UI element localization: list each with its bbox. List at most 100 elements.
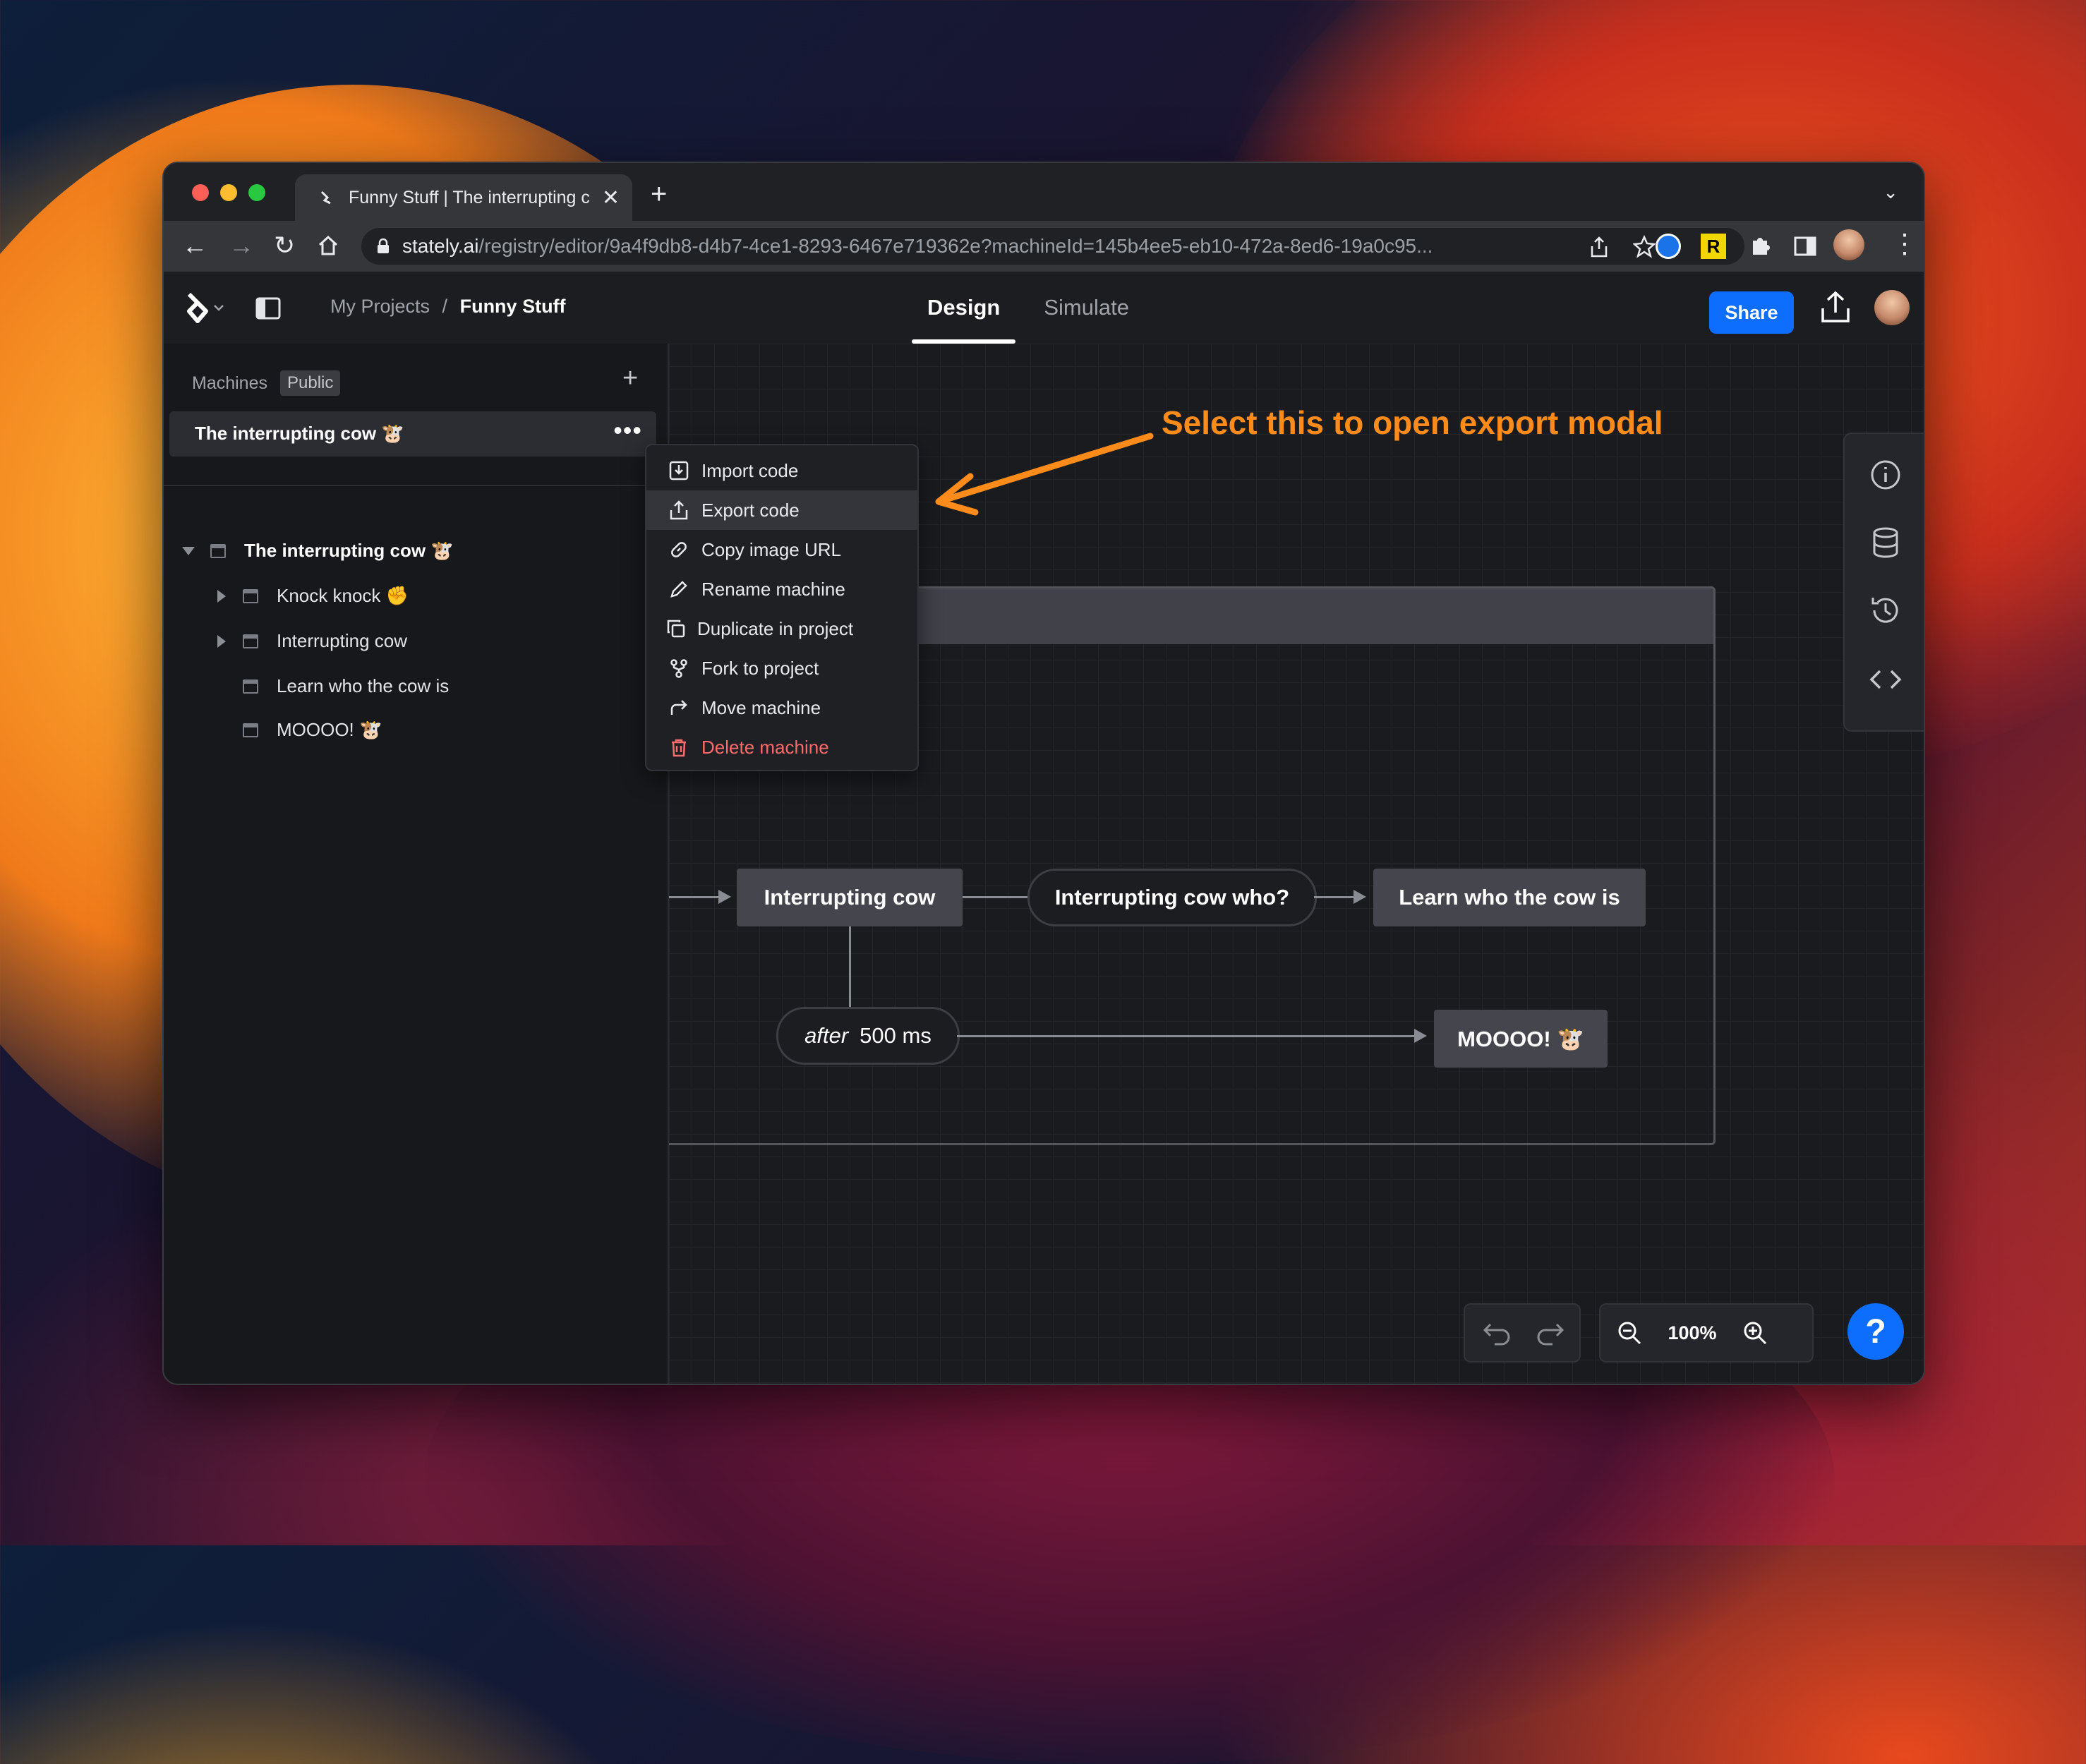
undo-icon[interactable] — [1481, 1320, 1512, 1346]
expand-chevron-icon[interactable] — [217, 589, 226, 603]
menu-item-delete-machine[interactable]: Delete machine — [646, 727, 917, 767]
browser-tab[interactable]: Funny Stuff | The interrupting c ✕ — [295, 174, 632, 221]
zoom-controls: 100% — [1599, 1303, 1814, 1363]
menu-item-duplicate-in-project[interactable]: Duplicate in project — [646, 609, 917, 648]
tab-simulate[interactable]: Simulate — [1028, 272, 1145, 344]
breadcrumb-separator: / — [442, 296, 448, 317]
upload-icon[interactable] — [1819, 290, 1852, 324]
share-button[interactable]: Share — [1709, 291, 1794, 334]
database-icon[interactable] — [1869, 526, 1903, 560]
browser-window: Funny Stuff | The interrupting c ✕ + ⌄ ←… — [162, 162, 1925, 1385]
pencil-icon — [670, 581, 687, 598]
state-learn-who-the-cow-is[interactable]: Learn who the cow is — [1373, 869, 1646, 926]
import-icon — [669, 461, 689, 481]
tree-item-moooo[interactable]: MOOOO! 🐮 — [243, 719, 382, 741]
menu-item-copy-image-url[interactable]: Copy image URL — [646, 530, 917, 569]
after-duration: 500 ms — [860, 1023, 932, 1048]
address-bar[interactable]: stately.ai/registry/editor/9a4f9db8-d4b7… — [361, 228, 1744, 265]
machines-sidebar: Machines Public + The interrupting cow 🐮… — [164, 344, 669, 1384]
menu-item-label: Duplicate in project — [697, 617, 854, 639]
selected-machine-label: The interrupting cow 🐮 — [195, 423, 404, 444]
duplicate-icon — [667, 620, 685, 638]
close-window-button[interactable] — [192, 184, 209, 201]
reader-extension-icon[interactable]: R — [1701, 234, 1726, 259]
user-avatar[interactable] — [1874, 290, 1910, 325]
menu-item-label: Copy image URL — [701, 538, 841, 560]
tree-item-learn-who[interactable]: Learn who the cow is — [243, 675, 449, 697]
event-after-delay[interactable]: after 500 ms — [776, 1007, 960, 1065]
side-panel-icon[interactable] — [1792, 234, 1818, 259]
machine-context-menu: Import code Export code Copy image URL R… — [645, 444, 919, 771]
zoom-in-icon[interactable] — [1742, 1319, 1768, 1346]
home-icon[interactable] — [318, 235, 339, 256]
menu-item-label: Import code — [701, 459, 799, 481]
state-moooo[interactable]: MOOOO! 🐮 — [1434, 1010, 1608, 1068]
back-icon[interactable]: ← — [182, 231, 207, 260]
tab-search-chevron-icon[interactable]: ⌄ — [1883, 181, 1898, 203]
expand-chevron-icon[interactable] — [217, 634, 226, 648]
tree-item-label: MOOOO! 🐮 — [277, 719, 382, 740]
history-icon[interactable] — [1869, 593, 1903, 627]
state-interrupting-cow[interactable]: Interrupting cow — [737, 869, 963, 926]
mode-tabs: Design Simulate — [912, 272, 1157, 344]
tab-title: Funny Stuff | The interrupting c — [349, 187, 590, 207]
transition-line — [963, 896, 1033, 898]
menu-item-import-code[interactable]: Import code — [646, 451, 917, 490]
new-tab-icon[interactable]: + — [651, 179, 667, 210]
reload-icon[interactable]: ↻ — [274, 231, 295, 260]
code-icon[interactable] — [1869, 663, 1903, 696]
breadcrumb-parent-link[interactable]: My Projects — [330, 296, 430, 317]
more-options-icon[interactable]: ••• — [613, 416, 642, 445]
redo-icon[interactable] — [1536, 1320, 1567, 1346]
tree-item-root[interactable]: The interrupting cow 🐮 — [182, 540, 454, 562]
toggle-sidebar-icon[interactable] — [255, 297, 281, 320]
state-node-icon — [243, 634, 258, 648]
menu-item-rename-machine[interactable]: Rename machine — [646, 569, 917, 609]
breadcrumb-current[interactable]: Funny Stuff — [460, 296, 566, 317]
transition-line — [957, 1035, 1417, 1037]
browser-menu-icon[interactable]: ⋮ — [1891, 228, 1918, 260]
arrowhead — [1354, 890, 1366, 904]
collapse-chevron-icon[interactable] — [182, 546, 195, 555]
menu-item-fork-to-project[interactable]: Fork to project — [646, 648, 917, 688]
annotation-callout: Select this to open export modal — [1162, 404, 1663, 441]
tree-item-label: Knock knock ✊ — [277, 585, 409, 606]
stately-favicon-icon — [320, 191, 331, 205]
visibility-badge: Public — [280, 370, 341, 396]
zoom-level[interactable]: 100% — [1643, 1322, 1742, 1344]
share-page-icon[interactable] — [1589, 236, 1609, 258]
state-node-icon — [243, 679, 258, 694]
tree-item-interrupting-cow[interactable]: Interrupting cow — [217, 630, 407, 652]
tree-item-label: The interrupting cow 🐮 — [244, 540, 454, 561]
help-button[interactable]: ? — [1847, 1303, 1904, 1360]
menu-item-label: Fork to project — [701, 657, 819, 679]
state-node-icon — [243, 723, 258, 737]
move-arrow-icon — [670, 700, 687, 715]
selected-machine-item[interactable]: The interrupting cow 🐮 ••• — [169, 411, 656, 457]
machines-heading: Machines Public — [192, 370, 341, 396]
extensions-puzzle-icon[interactable] — [1747, 234, 1773, 259]
minimize-window-button[interactable] — [220, 184, 237, 201]
zoom-out-icon[interactable] — [1616, 1319, 1643, 1346]
password-manager-extension-icon[interactable] — [1656, 234, 1681, 259]
link-icon — [671, 542, 687, 557]
incoming-transition-line — [669, 896, 720, 898]
browser-profile-avatar[interactable] — [1833, 229, 1864, 260]
tab-design[interactable]: Design — [912, 272, 1016, 344]
info-icon[interactable] — [1869, 458, 1903, 492]
menu-item-export-code[interactable]: Export code — [646, 490, 917, 530]
breadcrumb: My Projects / Funny Stuff — [330, 296, 566, 318]
state-node-icon — [243, 588, 258, 603]
export-icon — [670, 500, 688, 520]
event-interrupting-cow-who[interactable]: Interrupting cow who? — [1027, 869, 1317, 926]
add-machine-icon[interactable]: + — [622, 363, 638, 394]
stately-logo-icon[interactable] — [182, 291, 227, 324]
maximize-window-button[interactable] — [248, 184, 265, 201]
menu-item-label: Rename machine — [701, 578, 845, 600]
close-tab-icon[interactable]: ✕ — [602, 186, 620, 210]
tree-item-knock-knock[interactable]: Knock knock ✊ — [217, 585, 409, 607]
bookmark-star-icon[interactable] — [1633, 235, 1656, 258]
menu-item-move-machine[interactable]: Move machine — [646, 688, 917, 727]
forward-icon[interactable]: → — [229, 231, 254, 260]
tree-item-label: Learn who the cow is — [277, 675, 450, 696]
